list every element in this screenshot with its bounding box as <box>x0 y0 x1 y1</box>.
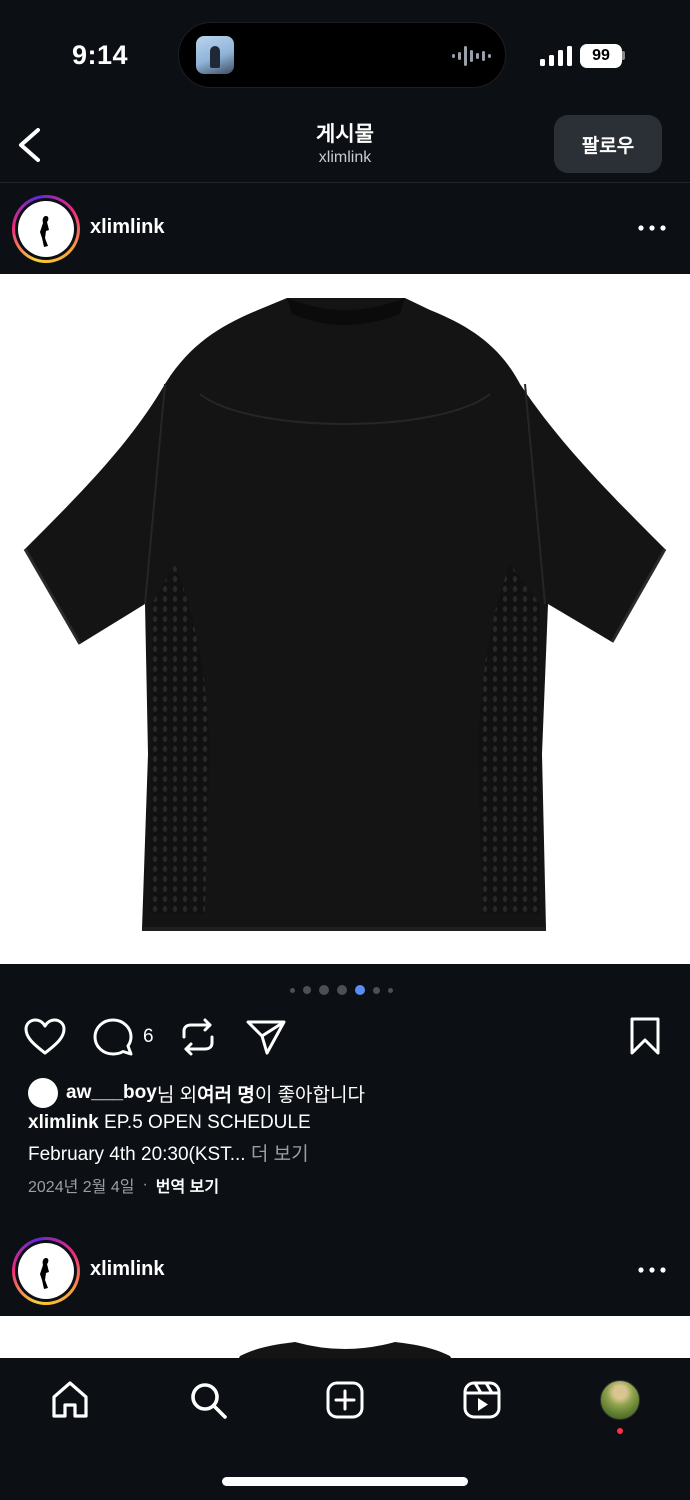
more-horizontal-icon[interactable] <box>632 218 672 238</box>
more-horizontal-icon[interactable] <box>632 1260 672 1280</box>
liked-by-avatar <box>28 1078 58 1108</box>
post-date: 2024년 2월 4일 <box>28 1179 135 1196</box>
audio-wave-icon <box>452 46 491 66</box>
carousel-dot <box>290 987 295 993</box>
battery-level: 99 <box>580 44 622 68</box>
status-time: 9:14 <box>72 40 129 70</box>
caption-text-2: February 4th 20:30(KST... <box>28 1144 246 1165</box>
liked-by-others[interactable]: 여러 명 <box>197 1080 255 1107</box>
create-icon[interactable] <box>325 1380 365 1420</box>
profile-avatar[interactable] <box>600 1380 640 1420</box>
caption-username[interactable]: xlimlink <box>28 1112 99 1133</box>
cellular-signal-icon <box>540 46 572 66</box>
notification-dot <box>617 1428 623 1434</box>
meta-separator: · <box>142 1176 148 1193</box>
post-username[interactable]: xlimlink <box>90 216 164 239</box>
liked-by-text-end: 이 좋아합니다 <box>254 1084 365 1106</box>
chevron-left-icon[interactable] <box>8 120 48 168</box>
caption-line-2: February 4th 20:30(KST... 더 보기 <box>28 1139 309 1166</box>
page-subtitle: xlimlink <box>318 149 372 166</box>
send-icon[interactable] <box>245 1018 287 1056</box>
battery-cap <box>622 51 625 60</box>
next-post-username[interactable]: xlimlink <box>90 1258 164 1281</box>
liked-by[interactable]: aw___boy 님 외 여러 명 이 좋아합니다 <box>28 1078 365 1108</box>
carousel-dot-active <box>355 985 365 995</box>
caption-line-1: xlimlink EP.5 OPEN SCHEDULE <box>28 1112 311 1134</box>
header-divider <box>0 182 690 183</box>
liked-by-text: 님 외 <box>156 1084 198 1106</box>
post-meta: 2024년 2월 4일 · 번역 보기 <box>28 1173 219 1197</box>
logo-figure-icon <box>40 216 49 247</box>
repost-icon[interactable] <box>180 1017 216 1057</box>
home-icon[interactable] <box>50 1380 90 1420</box>
carousel-indicator <box>290 984 393 996</box>
page-title: 게시물 <box>316 123 374 146</box>
comment-icon[interactable] <box>93 1018 133 1056</box>
caption-text: EP.5 OPEN SCHEDULE <box>98 1112 311 1133</box>
comment-count: 6 <box>143 1026 154 1047</box>
reels-icon[interactable] <box>462 1380 502 1420</box>
carousel-dot <box>319 985 329 995</box>
liked-by-username[interactable]: aw___boy <box>66 1082 157 1104</box>
logo-figure-icon <box>40 1258 49 1289</box>
translate-link[interactable]: 번역 보기 <box>156 1173 219 1197</box>
next-post-avatar[interactable] <box>12 1237 80 1305</box>
heart-icon[interactable] <box>24 1018 66 1056</box>
post-image[interactable] <box>0 274 690 964</box>
follow-button[interactable]: 팔로우 <box>554 115 662 173</box>
carousel-dot <box>373 986 380 994</box>
carousel-dot <box>388 987 393 993</box>
black-tshirt-image <box>23 298 667 931</box>
carousel-dot <box>303 986 311 994</box>
bookmark-icon[interactable] <box>628 1016 662 1056</box>
carousel-dot <box>337 985 347 995</box>
more-link[interactable]: 더 보기 <box>246 1144 309 1165</box>
now-playing-thumbnail[interactable] <box>196 36 234 74</box>
home-indicator[interactable] <box>222 1477 468 1486</box>
post-avatar[interactable] <box>12 195 80 263</box>
search-icon[interactable] <box>188 1380 228 1420</box>
